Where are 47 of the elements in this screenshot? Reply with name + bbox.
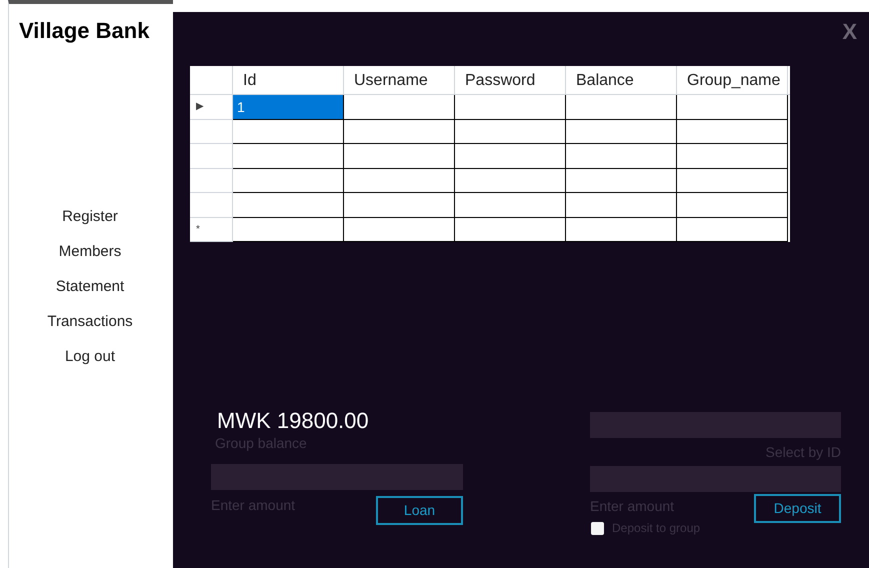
table-cell[interactable] (566, 193, 677, 218)
table-cell[interactable] (677, 218, 788, 242)
table-cell[interactable] (566, 144, 677, 168)
deposit-button[interactable]: Deposit (754, 494, 841, 523)
nav-link[interactable]: Statement (56, 277, 124, 297)
table-cell[interactable] (233, 120, 344, 144)
table-cell[interactable]: 1 (233, 95, 344, 120)
table-cell[interactable] (233, 193, 344, 218)
balance-amount: MWK 19800.00 (216, 408, 370, 434)
table-cell[interactable] (677, 95, 788, 120)
table-cell[interactable] (344, 120, 455, 144)
table-cell[interactable] (455, 144, 566, 168)
table-cell[interactable] (344, 168, 455, 193)
row-marker: ▶ (196, 100, 204, 114)
table-cell[interactable] (344, 144, 455, 168)
table-cell[interactable] (233, 144, 344, 168)
nav-link[interactable]: Members (58, 242, 122, 262)
table-cell[interactable] (455, 95, 566, 120)
table-cell[interactable] (233, 218, 344, 242)
table-cell[interactable] (677, 193, 788, 218)
table-cell[interactable] (233, 168, 344, 193)
table-cell[interactable] (455, 218, 566, 242)
table-cell[interactable] (455, 168, 566, 193)
nav-link[interactable]: Register (62, 207, 118, 227)
column-header[interactable]: Username (344, 66, 455, 94)
table-cell[interactable] (677, 168, 788, 193)
column-header[interactable]: Balance (566, 66, 677, 94)
checkbox[interactable] (591, 522, 604, 534)
table-cell[interactable] (566, 218, 677, 242)
nav-link[interactable]: Log out (64, 347, 116, 367)
column-header[interactable]: Group_name (677, 66, 788, 94)
loan-button[interactable]: Loan (376, 496, 463, 525)
table-cell[interactable] (455, 120, 566, 144)
row-marker: * (196, 222, 200, 237)
nav-link[interactable]: Transactions (47, 312, 133, 332)
table-cell[interactable] (344, 95, 455, 120)
table-cell[interactable] (566, 120, 677, 144)
app-title: Village Bank (18, 17, 150, 45)
table-cell[interactable] (455, 193, 566, 218)
table-cell[interactable] (566, 95, 677, 120)
column-header[interactable]: Id (233, 66, 344, 94)
table-cell[interactable] (677, 144, 788, 168)
column-header[interactable]: Password (455, 66, 566, 94)
table-cell[interactable] (344, 193, 455, 218)
table-cell[interactable] (566, 168, 677, 193)
table-cell[interactable] (677, 120, 788, 144)
table-cell[interactable] (344, 218, 455, 242)
